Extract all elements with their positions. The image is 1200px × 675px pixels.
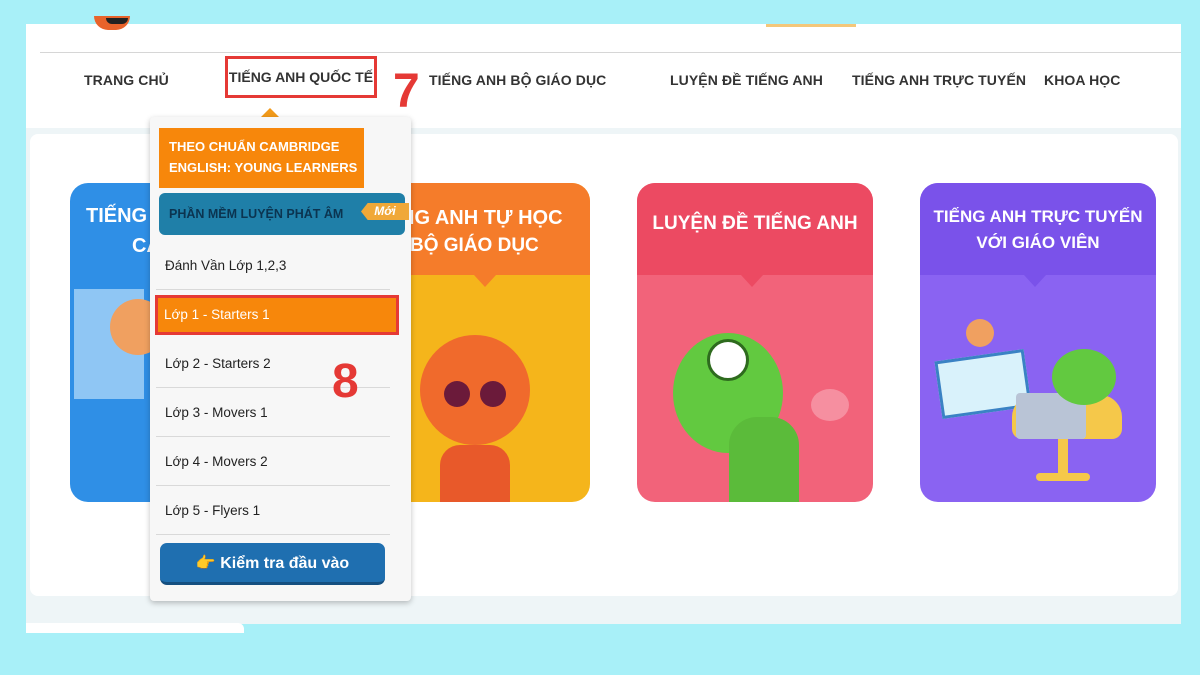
intl-english-dropdown: THEO CHUẨN CAMBRIDGE ENGLISH: YOUNG LEAR… xyxy=(150,117,411,601)
mascot-eye xyxy=(444,381,470,407)
header: TRANG CHỦ TIẾNG ANH QUỐC TẾ 7 TIẾNG ANH … xyxy=(26,16,1181,128)
pointing-hand-icon: 👉 xyxy=(195,555,216,572)
dropdown-header-line2: ENGLISH: YOUNG LEARNERS xyxy=(169,160,358,175)
mascot-fox-icon xyxy=(420,335,530,445)
dropdown-header-cambridge[interactable]: THEO CHUẨN CAMBRIDGE ENGLISH: YOUNG LEAR… xyxy=(159,128,364,188)
menu-item-spelling[interactable]: Đánh Vần Lớp 1,2,3 xyxy=(156,242,390,290)
chair-base xyxy=(1036,473,1090,481)
menu-item-grade5-flyers1[interactable]: Lớp 5 - Flyers 1 xyxy=(156,487,390,535)
step-7-label: 7 xyxy=(393,65,420,118)
card-header-band xyxy=(920,183,1156,275)
new-badge: Mới xyxy=(361,203,409,220)
dropdown-header-line1: THEO CHUẨN CAMBRIDGE xyxy=(169,139,340,154)
card-exam-practice[interactable]: LUYỆN ĐỀ TIẾNG ANH xyxy=(637,183,873,502)
dinosaur-body xyxy=(729,417,799,502)
teacher-avatar xyxy=(966,319,994,347)
speech-tail xyxy=(474,275,496,287)
mascot-eye xyxy=(480,381,506,407)
nav-home[interactable]: TRANG CHỦ xyxy=(84,72,169,88)
speech-tail xyxy=(741,275,763,287)
card-subtitle: VỚI GIÁO VIÊN xyxy=(976,233,1100,252)
mascot-body xyxy=(440,445,510,502)
logo[interactable] xyxy=(94,16,130,30)
step-8-label: 8 xyxy=(332,355,359,408)
speech-tail xyxy=(1024,275,1046,287)
placement-test-label: Kiểm tra đầu vào xyxy=(220,555,350,572)
header-decoration xyxy=(766,24,856,27)
menu-item-grade1-starters1[interactable]: Lớp 1 - Starters 1 xyxy=(155,295,399,335)
dinosaur-eye xyxy=(707,339,749,381)
placement-test-button[interactable]: 👉 Kiểm tra đầu vào xyxy=(160,543,385,585)
mascot-dinosaur-icon xyxy=(1052,349,1116,405)
nav-moet-english[interactable]: TIẾNG ANH BỘ GIÁO DỤC xyxy=(429,72,606,88)
header-divider xyxy=(40,52,1181,53)
card-title: LUYỆN ĐỀ TIẾNG ANH xyxy=(652,213,858,234)
card-title: TIẾNG ANH TRỰC TUYẾN xyxy=(933,207,1143,226)
nav-intl-english[interactable]: TIẾNG ANH QUỐC TẾ xyxy=(225,56,377,98)
bottom-panel-edge xyxy=(26,623,244,633)
pink-cloud xyxy=(811,389,849,421)
nav-courses[interactable]: KHOA HỌC xyxy=(1044,72,1121,88)
nav-intl-english-label: TIẾNG ANH QUỐC TẾ xyxy=(228,69,374,85)
chair-stand xyxy=(1058,439,1068,475)
nav-exam-practice[interactable]: LUYỆN ĐỀ TIẾNG ANH xyxy=(670,72,823,88)
nav-online-english[interactable]: TIẾNG ANH TRỰC TUYẾN xyxy=(852,72,1026,88)
card-online-teacher[interactable]: TIẾNG ANH TRỰC TUYẾN VỚI GIÁO VIÊN xyxy=(920,183,1156,502)
menu-item-grade4-movers2[interactable]: Lớp 4 - Movers 2 xyxy=(156,438,390,486)
